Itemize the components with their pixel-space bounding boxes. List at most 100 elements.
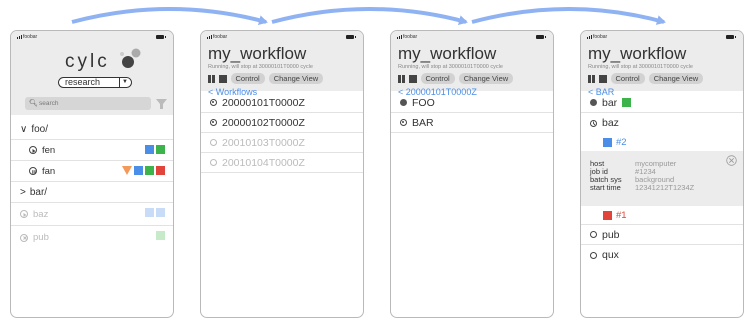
control-button[interactable]: Control	[420, 73, 455, 84]
tree-row-label: fen	[42, 144, 56, 156]
task-row-qux[interactable]: qux	[581, 245, 743, 265]
tree-row-label: baz	[33, 208, 49, 220]
filter-icon[interactable]	[156, 98, 168, 110]
cycle-label: 20010103T0000Z	[222, 136, 305, 149]
search-icon: 🔍︎	[29, 100, 38, 107]
page-title: my_workflow	[398, 44, 497, 63]
arrow-2	[271, 7, 468, 25]
stop-icon[interactable]	[408, 74, 417, 83]
detail-value-start: 12341212T1234Z	[635, 183, 695, 192]
status-square-blue	[603, 137, 612, 147]
signal-icon	[587, 35, 592, 39]
expand-icon[interactable]: >	[20, 187, 26, 198]
change-view-button[interactable]: Change View	[268, 73, 324, 84]
suite-select-value: research	[65, 77, 101, 87]
waiting-icon	[590, 231, 597, 238]
chevron-down-icon[interactable]: ▼	[119, 78, 130, 87]
suite-select[interactable]: research ▼	[58, 77, 132, 88]
cycle-list: 20000101T0000Z 20000102T0000Z 20010103T0…	[201, 93, 363, 173]
task-list: bar baz #2 host job id batch sys start t…	[581, 93, 743, 265]
play-icon	[20, 210, 28, 218]
search-placeholder: search	[39, 100, 59, 107]
cycle-row[interactable]: 20010103T0000Z	[201, 133, 363, 153]
tree-row-pub[interactable]: pub	[11, 226, 173, 249]
close-icon[interactable]	[726, 155, 737, 166]
status-squares	[143, 145, 165, 154]
pause-icon[interactable]	[398, 74, 405, 83]
search-input[interactable]: 🔍︎ search	[25, 97, 151, 110]
detail-keys: host job id batch sys start time	[590, 160, 622, 192]
tree-row-baz[interactable]: baz	[11, 203, 173, 226]
status-square-blue	[134, 166, 143, 175]
battery-icon	[156, 35, 166, 39]
waiting-icon	[210, 139, 217, 146]
job-label: #1	[616, 209, 627, 221]
task-row-baz[interactable]: baz	[581, 113, 743, 133]
job-row-2[interactable]: #2	[581, 133, 743, 151]
running-icon	[590, 119, 597, 127]
stop-icon[interactable]	[598, 74, 607, 83]
running-icon	[210, 99, 217, 106]
screen-suite-list: foobar cylc research ▼ 🔍︎ search ∨ foo/ …	[10, 30, 174, 318]
suite-tree: ∨ foo/ fen fan > bar/ baz pub	[11, 119, 173, 249]
control-bar: Control Change View	[208, 73, 356, 84]
job-detail-panel: host job id batch sys start time mycompu…	[581, 151, 743, 206]
cycle-row[interactable]: 20000102T0000Z	[201, 113, 363, 133]
task-row-bar[interactable]: bar	[581, 93, 743, 113]
cycle-label: 20000101T0000Z	[222, 96, 305, 109]
family-label: BAR	[412, 116, 434, 129]
change-view-button[interactable]: Change View	[648, 73, 704, 84]
control-button[interactable]: Control	[610, 73, 645, 84]
battery-icon	[726, 35, 736, 39]
task-label: qux	[602, 249, 619, 261]
status-text: Running, will stop at 30000101T0000 cycl…	[588, 64, 693, 70]
task-label: pub	[602, 228, 620, 241]
family-row[interactable]: BAR	[391, 113, 553, 133]
tree-row-fen[interactable]: fen	[11, 140, 173, 161]
detail-values: mycomputer #1234 background 12341212T123…	[635, 160, 694, 192]
status-square-green	[156, 145, 165, 154]
pause-icon[interactable]	[588, 74, 595, 83]
screen1-header: cylc research ▼ 🔍︎ search	[11, 43, 173, 115]
tree-row-fan[interactable]: fan	[11, 161, 173, 182]
status-bar: foobar	[11, 31, 173, 43]
running-icon	[210, 119, 217, 126]
family-row[interactable]: FOO	[391, 93, 553, 113]
pause-icon	[29, 167, 37, 175]
status-text: Running, will stop at 30000101T0000 cycl…	[208, 64, 313, 70]
tree-row-label: pub	[33, 232, 49, 243]
task-row-pub[interactable]: pub	[581, 225, 743, 245]
pause-icon[interactable]	[208, 74, 215, 83]
cylc-logo-text: cylc	[65, 51, 110, 72]
change-view-button[interactable]: Change View	[458, 73, 514, 84]
tree-row-label: foo/	[31, 123, 49, 135]
job-label: #2	[616, 136, 627, 148]
status-squares	[143, 208, 165, 217]
tree-row-label: bar/	[29, 186, 48, 198]
status-squares	[122, 166, 165, 175]
tree-row-foo[interactable]: ∨ foo/	[11, 119, 173, 140]
expand-icon[interactable]: ∨	[20, 124, 27, 135]
tree-row-bar[interactable]: > bar/	[11, 182, 173, 203]
task-label: baz	[602, 117, 619, 129]
cycle-label: 20010104T0000Z	[222, 156, 305, 169]
signal-icon	[397, 35, 402, 39]
signal-icon	[17, 35, 22, 39]
job-row-1[interactable]: #1	[581, 206, 743, 225]
succeeded-icon	[400, 99, 407, 106]
control-button[interactable]: Control	[230, 73, 265, 84]
task-label: bar	[602, 96, 618, 109]
succeeded-icon	[590, 99, 597, 106]
warning-icon	[122, 166, 132, 175]
status-bar: foobar	[581, 31, 743, 43]
status-square-blue	[145, 208, 154, 217]
carrier-label: foobar	[213, 34, 228, 40]
cycle-row[interactable]: 20010104T0000Z	[201, 153, 363, 173]
cycle-label: 20000102T0000Z	[222, 116, 305, 129]
detail-key-start: start time	[590, 183, 621, 192]
stop-icon[interactable]	[218, 74, 227, 83]
page-title: my_workflow	[588, 44, 687, 63]
cycle-row[interactable]: 20000101T0000Z	[201, 93, 363, 113]
screen-cycle-list: foobar my_workflow Running, will stop at…	[200, 30, 364, 318]
waiting-icon	[590, 251, 597, 259]
